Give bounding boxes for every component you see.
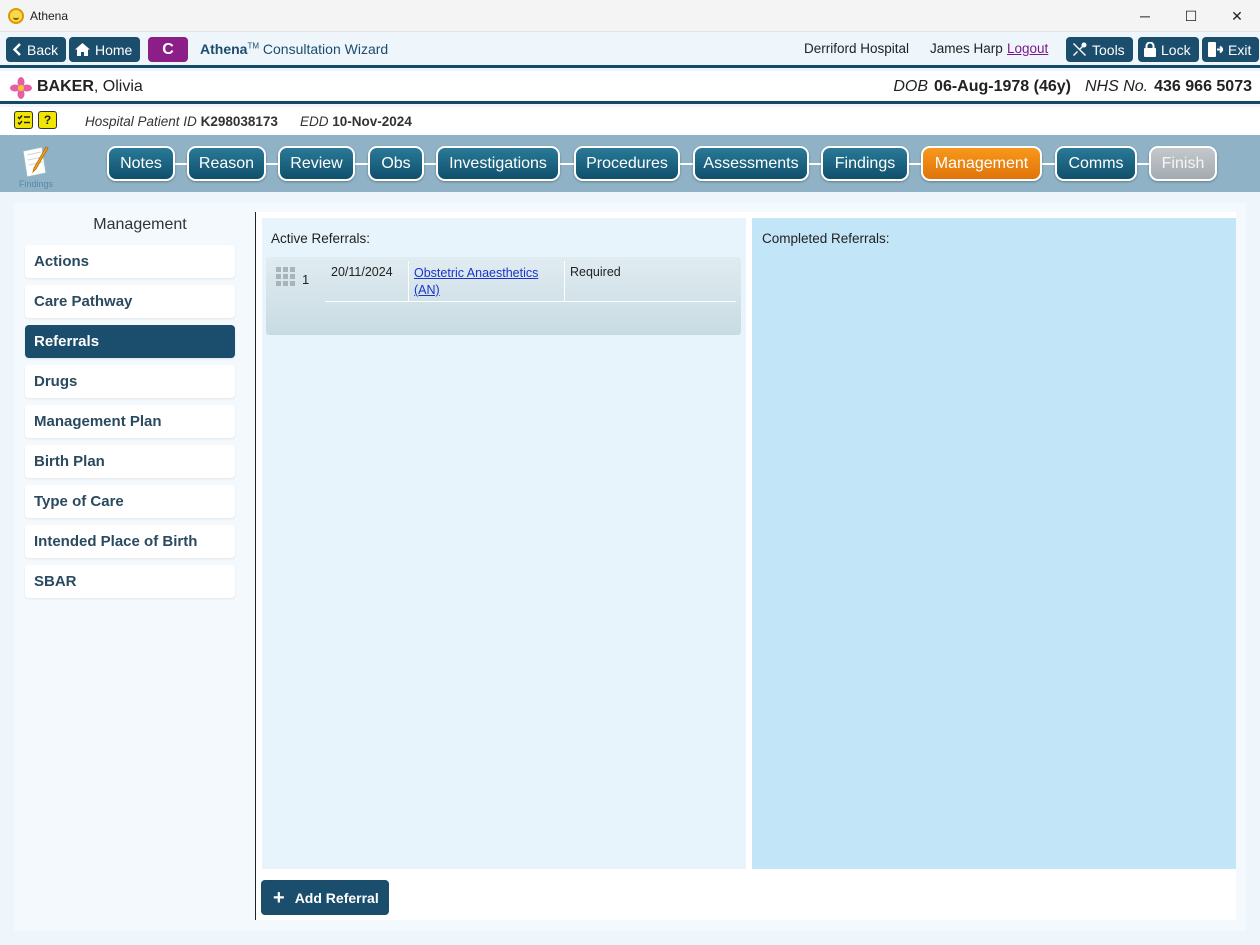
hospital-name: Derriford Hospital (804, 41, 910, 56)
tab-obs[interactable]: Obs (368, 146, 424, 181)
athena-logo-icon (8, 7, 24, 24)
add-referral-button[interactable]: + Add Referral (261, 880, 389, 915)
tools-button[interactable]: Tools (1066, 37, 1133, 62)
lock-label: Lock (1161, 41, 1191, 58)
lock-button[interactable]: Lock (1138, 37, 1199, 62)
tab-review[interactable]: Review (278, 146, 355, 181)
hpid-value: K298038173 (200, 114, 278, 129)
findings-shortcut-label: Findings (18, 179, 54, 189)
sidebar-item-referrals[interactable]: Referrals (25, 325, 235, 358)
edd-label: EDD (300, 114, 329, 129)
sidebar-title: Management (93, 216, 187, 233)
wizard-label: Consultation Wizard (259, 41, 389, 57)
trademark: TM (247, 41, 260, 51)
patient-identifiers: DOB 06-Aug-1978 (46y) NHS No. 436 966 50… (893, 78, 1252, 96)
completed-referrals-panel (752, 218, 1236, 869)
tools-label: Tools (1092, 41, 1125, 58)
title-bar: Athena ─ ☐ ✕ (0, 0, 1260, 32)
column-separator (408, 261, 409, 302)
wizard-title: AthenaTM Consultation Wizard (200, 41, 388, 57)
sidebar-item-intended-place-of-birth[interactable]: Intended Place of Birth (25, 525, 235, 558)
window-controls: ─ ☐ ✕ (1122, 0, 1260, 32)
tab-comms[interactable]: Comms (1055, 146, 1137, 181)
findings-shortcut[interactable]: Findings (18, 145, 54, 189)
patient-surname: BAKER (37, 78, 94, 95)
sidebar-item-birth-plan[interactable]: Birth Plan (25, 445, 235, 478)
sidebar-item-care-pathway[interactable]: Care Pathway (25, 285, 235, 318)
add-referral-label: Add Referral (294, 889, 379, 906)
chevron-left-icon (12, 43, 21, 56)
home-button[interactable]: Home (69, 37, 141, 62)
flower-icon (10, 77, 32, 99)
tab-findings[interactable]: Findings (821, 146, 909, 181)
hospital-patient-id: Hospital Patient ID K298038173 (85, 114, 278, 129)
tab-management[interactable]: Management (921, 146, 1042, 181)
exit-label: Exit (1228, 41, 1252, 58)
help-icon[interactable]: ? (38, 111, 57, 129)
toolbar: Back Home C AthenaTM Consultation Wizard… (0, 32, 1260, 68)
minimize-button[interactable]: ─ (1122, 0, 1168, 32)
drag-handle-icon[interactable] (276, 267, 296, 287)
tab-procedures[interactable]: Procedures (574, 146, 680, 181)
nhs-value: 436 966 5073 (1154, 78, 1252, 95)
user-name: James Harp (930, 41, 1003, 56)
tools-icon (1073, 42, 1087, 56)
tab-reason[interactable]: Reason (187, 146, 266, 181)
tab-assessments[interactable]: Assessments (693, 146, 809, 181)
back-label: Back (27, 41, 59, 58)
sidebar-divider (255, 212, 256, 920)
completed-referrals-label: Completed Referrals: (762, 231, 890, 246)
notepad-pencil-icon (22, 146, 49, 178)
exit-button[interactable]: Exit (1202, 37, 1260, 62)
sidebar-item-drugs[interactable]: Drugs (25, 365, 235, 398)
sidebar-item-management-plan[interactable]: Management Plan (25, 405, 235, 438)
tab-investigations[interactable]: Investigations (436, 146, 560, 181)
logout-link[interactable]: Logout (1007, 41, 1048, 56)
dob-label: DOB (893, 78, 929, 95)
column-separator (564, 261, 565, 302)
back-button[interactable]: Back (6, 37, 67, 62)
referral-status: Required (570, 265, 621, 279)
patient-name: BAKER, Olivia (37, 78, 143, 96)
sidebar-item-type-of-care[interactable]: Type of Care (25, 485, 235, 518)
sidebar-item-sbar[interactable]: SBAR (25, 565, 235, 598)
plus-icon: + (273, 886, 285, 909)
sidebar-item-actions[interactable]: Actions (25, 245, 235, 278)
exit-icon (1208, 42, 1223, 57)
patient-forename: , Olivia (93, 78, 143, 95)
referral-date: 20/11/2024 (331, 265, 393, 279)
tab-notes[interactable]: Notes (107, 146, 175, 181)
edd: EDD 10-Nov-2024 (300, 114, 412, 129)
patient-banner: BAKER, Olivia DOB 06-Aug-1978 (46y) NHS … (0, 71, 1260, 104)
c-button[interactable]: C (148, 37, 188, 62)
dob-value: 06-Aug-1978 (46y) (934, 78, 1071, 95)
tab-finish[interactable]: Finish (1149, 146, 1217, 181)
active-referrals-label: Active Referrals: (271, 231, 371, 246)
referral-name-link[interactable]: Obstetric Anaesthetics (AN) (414, 265, 559, 299)
home-label: Home (95, 41, 133, 58)
maximize-button[interactable]: ☐ (1168, 0, 1214, 32)
home-icon (75, 43, 90, 56)
brand-name: Athena (200, 41, 248, 57)
edd-value: 10-Nov-2024 (332, 114, 412, 129)
hpid-label: Hospital Patient ID (85, 114, 197, 129)
nhs-label: NHS No. (1085, 78, 1149, 95)
close-button[interactable]: ✕ (1214, 0, 1260, 32)
referral-number: 1 (302, 272, 310, 287)
window-title: Athena (30, 8, 69, 23)
lock-icon (1144, 42, 1156, 57)
checklist-icon[interactable] (14, 111, 33, 129)
patient-sub-banner: ? Hospital Patient ID K298038173 EDD 10-… (0, 107, 1260, 135)
